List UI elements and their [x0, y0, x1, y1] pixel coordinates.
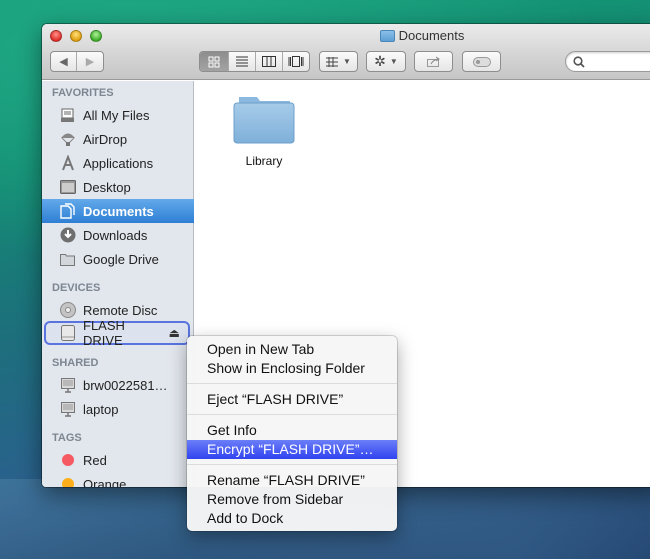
favorites-header: FAVORITES — [52, 87, 114, 99]
sidebar-item-label: Red — [83, 452, 107, 468]
documents-icon — [59, 203, 76, 220]
eject-icon[interactable]: ⏏ — [169, 326, 180, 340]
icon-view-icon — [208, 56, 220, 67]
sidebar-item-airdrop[interactable]: AirDrop — [42, 127, 194, 151]
sidebar-item-label: Google Drive — [83, 251, 159, 267]
sidebar-item-label: FLASH DRIVE — [83, 318, 125, 348]
menu-item-eject[interactable]: Eject “FLASH DRIVE” — [187, 390, 397, 409]
column-view-icon — [261, 56, 276, 67]
menu-item-rename[interactable]: Rename “FLASH DRIVE” — [187, 471, 397, 490]
downloads-icon — [59, 227, 76, 244]
red-tag-icon — [61, 454, 74, 466]
chevron-down-icon: ▼ — [389, 57, 398, 66]
sidebar-item-label: All My Files — [83, 107, 150, 123]
folder-icon — [379, 29, 395, 42]
sidebar-item-label: Applications — [83, 155, 154, 171]
sidebar-item-label: laptop — [83, 401, 119, 417]
orange-tag-icon — [61, 478, 74, 487]
shared-header: SHARED — [52, 357, 99, 369]
search-input[interactable] — [589, 54, 650, 69]
cover-flow-button[interactable] — [283, 52, 310, 71]
computer-icon — [59, 401, 76, 418]
cover-flow-icon — [288, 56, 304, 67]
sidebar-item-google-drive[interactable]: Google Drive — [42, 247, 194, 271]
back-forward-control: ◀ ▶ — [50, 51, 104, 72]
devices-header: DEVICES — [52, 282, 101, 294]
icon-view-button[interactable] — [200, 52, 230, 71]
toolbar: Documents ◀ ▶ ▼ ✲ ▼ — [42, 24, 650, 80]
arrange-button[interactable]: ▼ — [319, 51, 358, 72]
tag-icon — [472, 56, 491, 67]
folder-label: Library — [245, 154, 283, 168]
sidebar-item-label: Orange — [83, 476, 127, 488]
action-button[interactable]: ✲ ▼ — [366, 51, 406, 72]
sidebar-item-label: Desktop — [83, 179, 131, 195]
sidebar-item-label: Downloads — [83, 227, 148, 243]
sidebar-item-label: brw0022581… — [83, 377, 168, 393]
context-menu: Open in New Tab Show in Enclosing Folder… — [187, 336, 397, 531]
window-title-text: Documents — [398, 28, 465, 43]
forward-button[interactable]: ▶ — [77, 52, 103, 71]
arrange-icon — [326, 56, 339, 67]
menu-item-open-in-new-tab[interactable]: Open in New Tab — [187, 340, 397, 359]
menu-separator — [187, 383, 397, 384]
chevron-down-icon: ▼ — [343, 57, 351, 66]
menu-separator — [187, 414, 397, 415]
sidebar-item-downloads[interactable]: Downloads — [42, 223, 194, 247]
sidebar-item-flash-drive[interactable]: FLASH DRIVE ⏏ — [44, 318, 190, 348]
window-title: Documents — [42, 28, 650, 43]
sidebar-item-shared-brw[interactable]: brw0022581… — [42, 373, 194, 397]
menu-item-show-in-enclosing-folder[interactable]: Show in Enclosing Folder — [187, 359, 397, 378]
sidebar-item-tag-orange[interactable]: Orange — [42, 472, 194, 487]
gear-icon: ✲ — [374, 53, 386, 69]
edit-tags-button[interactable] — [462, 51, 501, 72]
sidebar-item-tag-red[interactable]: Red — [42, 448, 194, 472]
sidebar-item-shared-laptop[interactable]: laptop — [42, 397, 194, 421]
folder-item-library[interactable]: Library — [229, 93, 299, 168]
desktop-icon — [59, 179, 76, 196]
all-files-icon — [59, 107, 76, 124]
computer-icon — [59, 377, 76, 394]
back-button[interactable]: ◀ — [51, 52, 78, 71]
sidebar-item-label: Documents — [83, 203, 154, 219]
view-mode-control — [199, 51, 310, 72]
menu-item-remove-from-sidebar[interactable]: Remove from Sidebar — [187, 490, 397, 509]
sidebar: FAVORITES All My Files AirDrop Applicati… — [42, 81, 194, 487]
list-view-icon — [236, 56, 249, 67]
disc-icon — [59, 302, 76, 319]
share-button[interactable] — [414, 51, 453, 72]
sidebar-item-applications[interactable]: Applications — [42, 151, 194, 175]
column-view-button[interactable] — [256, 52, 283, 71]
sidebar-item-documents[interactable]: Documents — [42, 199, 194, 223]
sidebar-item-all-my-files[interactable]: All My Files — [42, 103, 194, 127]
sidebar-item-label: AirDrop — [83, 131, 128, 147]
menu-item-encrypt[interactable]: Encrypt “FLASH DRIVE”… — [187, 440, 397, 459]
search-icon — [573, 55, 585, 68]
sidebar-item-desktop[interactable]: Desktop — [42, 175, 194, 199]
list-view-button[interactable] — [229, 52, 256, 71]
sidebar-item-label: Remote Disc — [83, 302, 158, 318]
share-icon — [426, 56, 440, 67]
menu-separator — [187, 464, 397, 465]
drive-icon — [59, 325, 76, 342]
airdrop-icon — [59, 131, 76, 148]
folder-icon — [59, 251, 76, 268]
applications-icon — [59, 155, 76, 172]
menu-item-get-info[interactable]: Get Info — [187, 421, 397, 440]
menu-item-add-to-dock[interactable]: Add to Dock — [187, 509, 397, 528]
folder-icon — [233, 97, 295, 144]
search-field[interactable] — [565, 51, 650, 72]
tags-header: TAGS — [52, 432, 82, 444]
